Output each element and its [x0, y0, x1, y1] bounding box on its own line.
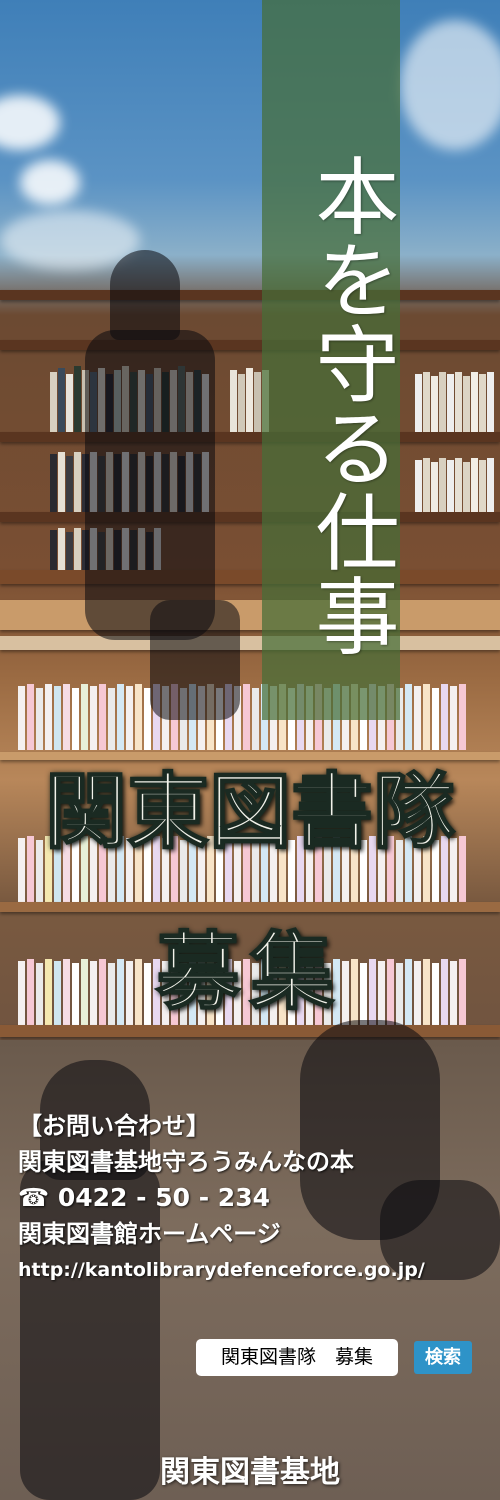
recruitment-poster: 本を守る仕事 関東図書隊 募集 【お問い合わせ】 関東図書基地守ろうみんなの本 … [0, 0, 500, 1500]
recruit-heading: 募集 [155, 921, 344, 1022]
contact-block: 【お問い合わせ】 関東図書基地守ろうみんなの本 ☎ 0422 - 50 - 23… [18, 1108, 488, 1288]
shelf-plank [0, 432, 500, 442]
contact-url[interactable]: http://kantolibrarydefenceforce.go.jp/ [18, 1252, 488, 1288]
vertical-title: 本を守る仕事 [302, 153, 400, 657]
shelf-plank [0, 1025, 500, 1037]
soldier-silhouette [85, 330, 215, 640]
search-button[interactable]: 検索 [414, 1341, 472, 1374]
phone-icon: ☎ [18, 1183, 50, 1212]
contact-homepage-label: 関東図書館ホームページ [18, 1220, 281, 1248]
search-input[interactable]: 関東図書隊 募集 [196, 1339, 398, 1376]
cloud [0, 95, 60, 150]
cloud [20, 160, 80, 205]
shelf-plank [0, 340, 500, 350]
contact-heading: 【お問い合わせ】 [18, 1112, 210, 1140]
footer-label: 関東図書基地 [160, 1455, 340, 1490]
unit-name: 関東図書隊 [44, 763, 456, 861]
book-row [415, 370, 494, 432]
shelf-plank [0, 512, 500, 522]
cloud [400, 20, 500, 150]
shelf-header [0, 600, 500, 630]
contact-address: 関東図書基地守ろうみんなの本 [18, 1148, 354, 1176]
shelf-plank [0, 636, 500, 650]
book-row [415, 455, 494, 512]
contact-phone-line: ☎ 0422 - 50 - 234 [18, 1180, 488, 1216]
soldier-silhouette [150, 600, 240, 720]
shelf-plank [0, 290, 500, 300]
soldier-silhouette [110, 250, 180, 340]
shelf-plank [0, 570, 500, 584]
contact-phone: 0422 - 50 - 234 [57, 1183, 270, 1212]
